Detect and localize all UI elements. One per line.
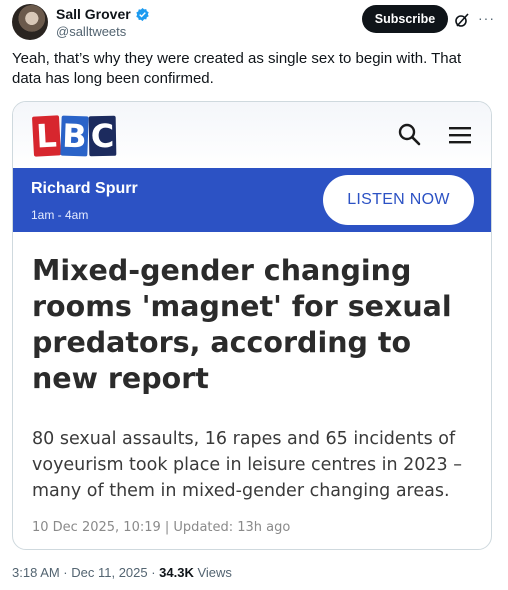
tweet-text: Yeah, that’s why they were created as si… xyxy=(12,50,462,87)
author-name-row[interactable]: Sall Grover xyxy=(56,6,150,22)
views-label: Views xyxy=(193,565,232,580)
logo-letter: C xyxy=(88,115,117,157)
search-icon xyxy=(398,123,421,146)
views-count: 34.3K xyxy=(159,565,194,580)
listen-now-button: LISTEN NOW xyxy=(323,175,474,225)
tweet-meta: 3:18 AM · Dec 11, 2025 · 34.3K Views xyxy=(12,565,232,580)
menu-icon xyxy=(449,127,471,144)
display-name[interactable]: Sall Grover xyxy=(56,6,131,22)
grok-icon[interactable] xyxy=(454,12,470,28)
more-icon[interactable]: ··· xyxy=(478,10,495,26)
card-site-header: L B C xyxy=(13,102,491,168)
presenter-name: Richard Spurr xyxy=(31,180,138,197)
verified-badge-icon xyxy=(136,7,149,21)
article-headline: Mixed-gender changing rooms 'magnet' for… xyxy=(32,254,452,395)
lbc-logo: L B C xyxy=(31,115,117,158)
tweet-timestamp[interactable]: 3:18 AM · Dec 11, 2025 · xyxy=(12,565,159,580)
logo-letter: L xyxy=(31,115,62,157)
article-standfirst: 80 sexual assaults, 16 rapes and 65 inci… xyxy=(32,429,462,501)
logo-letter: B xyxy=(60,115,89,157)
author-handle[interactable]: @salltweets xyxy=(56,24,126,39)
show-time: 1am - 4am xyxy=(31,208,89,222)
live-radio-bar: Richard Spurr 1am - 4am LISTEN NOW xyxy=(13,168,491,232)
tweet-header: Sall Grover @salltweets Subscribe ··· xyxy=(12,4,496,44)
article-dateline: 10 Dec 2025, 10:19 | Updated: 13h ago xyxy=(32,520,291,535)
subscribe-button[interactable]: Subscribe xyxy=(362,5,448,33)
link-card[interactable]: L B C Richard Spurr 1am - 4am LISTEN NOW… xyxy=(12,101,492,550)
avatar[interactable] xyxy=(12,4,48,40)
